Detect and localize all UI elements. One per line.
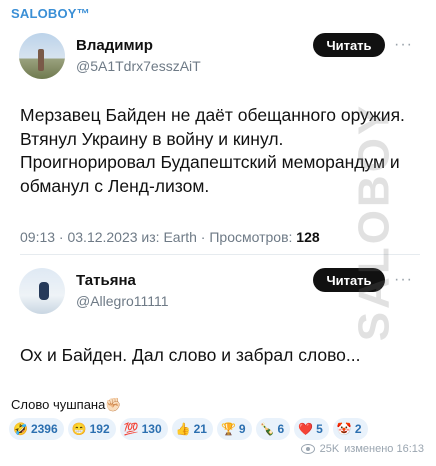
- champagne-icon: 🍾: [259, 422, 275, 436]
- reaction-grin[interactable]: 😁 192: [67, 418, 116, 440]
- message-footer: 25K изменено 16:13: [300, 443, 424, 455]
- tweet2-author-handle: @Allegro11111: [76, 293, 169, 309]
- avatar-tatyana: [19, 268, 65, 314]
- rofl-icon: 🤣: [13, 422, 28, 436]
- tweet2-text: Ох и Байден. Дал слово и забрал слово...: [20, 345, 361, 365]
- reactions-bar: 🤣 2396 😁 192 💯 130 👍 21 🏆 9 🍾 6 ❤️ 5 🤡 2: [9, 418, 433, 440]
- reaction-count: 2: [354, 422, 362, 436]
- reaction-count: 9: [238, 422, 246, 436]
- reaction-clown[interactable]: 🤡 2: [332, 418, 368, 440]
- thumbs-up-icon: 👍: [175, 422, 191, 436]
- reaction-thumbs-up[interactable]: 👍 21: [171, 418, 213, 440]
- tweet1-meta-text: 09:13 · 03.12.2023 из: Earth · Просмотро…: [20, 229, 297, 245]
- views-count: 25K: [319, 443, 340, 455]
- reaction-count: 2396: [30, 422, 58, 436]
- channel-name[interactable]: SALOBOY™: [11, 6, 90, 21]
- tweet1-text: Мерзавец Байден не даёт обещанного оружи…: [20, 105, 405, 196]
- reaction-count: 192: [89, 422, 110, 436]
- hundred-icon: 💯: [123, 422, 139, 436]
- tweet1-meta: 09:13 · 03.12.2023 из: Earth · Просмотро…: [20, 229, 320, 245]
- tweet-divider: [20, 254, 420, 255]
- message-caption: Слово чушпана✊🏻: [11, 397, 122, 412]
- heart-icon: ❤️: [298, 422, 314, 436]
- reaction-rofl[interactable]: 🤣 2396: [9, 418, 64, 440]
- reaction-hundred[interactable]: 💯 130: [119, 418, 168, 440]
- trophy-icon: 🏆: [220, 422, 236, 436]
- reaction-champagne[interactable]: 🍾 6: [255, 418, 291, 440]
- tweet1-views-count: 128: [296, 229, 320, 245]
- channel-message: SALOBOY™ Владимир @5A1Tdrx7esszAiT Читат…: [0, 0, 436, 466]
- tweet1-more-icon: ···: [394, 36, 413, 53]
- tweet2-more-icon: ···: [394, 271, 413, 288]
- tweet1-author-handle: @5A1Tdrx7esszAiT: [76, 58, 201, 74]
- eye-icon: [300, 444, 315, 454]
- grin-icon: 😁: [71, 422, 87, 436]
- tweet2-author-name: Татьяна: [76, 272, 136, 289]
- reaction-count: 6: [277, 422, 285, 436]
- reaction-count: 21: [193, 422, 207, 436]
- tweet-screenshot[interactable]: Владимир @5A1Tdrx7esszAiT Читать ··· Мер…: [8, 24, 428, 395]
- tweet2-follow-button: Читать: [313, 268, 385, 292]
- reaction-heart[interactable]: ❤️ 5: [294, 418, 329, 440]
- clown-icon: 🤡: [336, 422, 352, 436]
- avatar-vladimir: [19, 33, 65, 79]
- reaction-count: 130: [141, 422, 162, 436]
- tweet1-author-name: Владимир: [76, 37, 153, 54]
- reaction-count: 5: [316, 422, 323, 436]
- edited-timestamp: изменено 16:13: [344, 443, 424, 455]
- tweet1-follow-button: Читать: [313, 33, 385, 57]
- reaction-trophy[interactable]: 🏆 9: [216, 418, 252, 440]
